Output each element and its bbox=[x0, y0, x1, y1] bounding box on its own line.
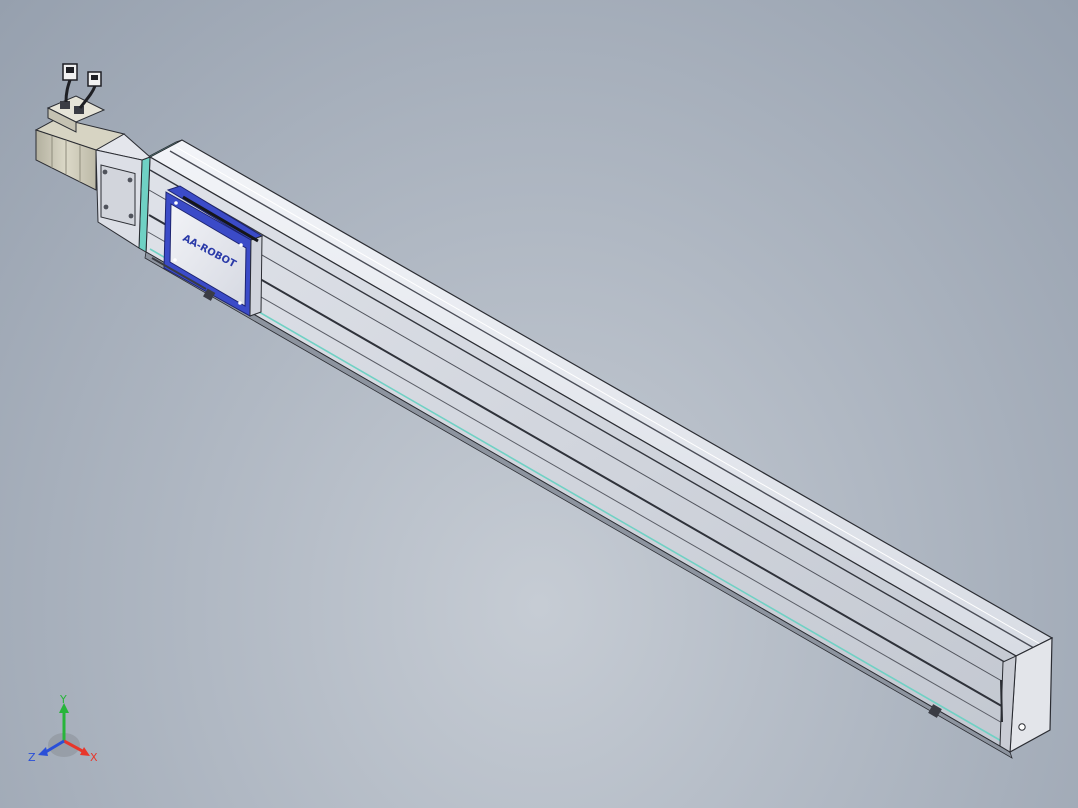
y-axis-label: Y bbox=[59, 693, 67, 706]
connector-port-1 bbox=[60, 101, 70, 109]
end-cap-slot bbox=[1000, 679, 1003, 723]
cad-graphics-viewport[interactable]: AA-ROBOT Y X Z bbox=[0, 0, 1078, 808]
rail-body[interactable] bbox=[144, 139, 1054, 759]
carriage-side bbox=[249, 235, 263, 317]
carriage-screw-2 bbox=[239, 243, 243, 247]
rail-top-highlight bbox=[175, 146, 1041, 645]
end-cap-hole bbox=[1018, 723, 1026, 731]
flange-bolt-2 bbox=[127, 177, 133, 183]
flange-bolt-4 bbox=[128, 213, 134, 219]
rail-front-face bbox=[145, 155, 1017, 754]
power-plug-pins bbox=[66, 67, 74, 73]
linear-actuator-model[interactable]: AA-ROBOT bbox=[0, 0, 1078, 808]
rail-groove-1 bbox=[149, 169, 1016, 669]
rail-groove-2 bbox=[148, 189, 1015, 689]
encoder-plug-pins bbox=[91, 75, 98, 80]
flange-bolt-3 bbox=[103, 204, 109, 210]
z-axis-head bbox=[38, 747, 48, 756]
rail-cyan-accent bbox=[149, 248, 1011, 747]
rail-base-strip bbox=[144, 251, 1013, 759]
carriage-screw-3 bbox=[173, 258, 177, 262]
x-axis-label: X bbox=[90, 751, 98, 764]
rail-groove-3 bbox=[148, 214, 1013, 713]
coordinate-triad: Y X Z bbox=[28, 693, 98, 764]
carriage-screw-4 bbox=[238, 301, 242, 305]
rail-top-groove bbox=[169, 150, 1035, 649]
z-axis-label: Z bbox=[28, 751, 36, 764]
flange-bolt-1 bbox=[102, 169, 108, 175]
carriage-screw-1 bbox=[174, 201, 178, 205]
rail-groove-4 bbox=[147, 231, 1012, 729]
